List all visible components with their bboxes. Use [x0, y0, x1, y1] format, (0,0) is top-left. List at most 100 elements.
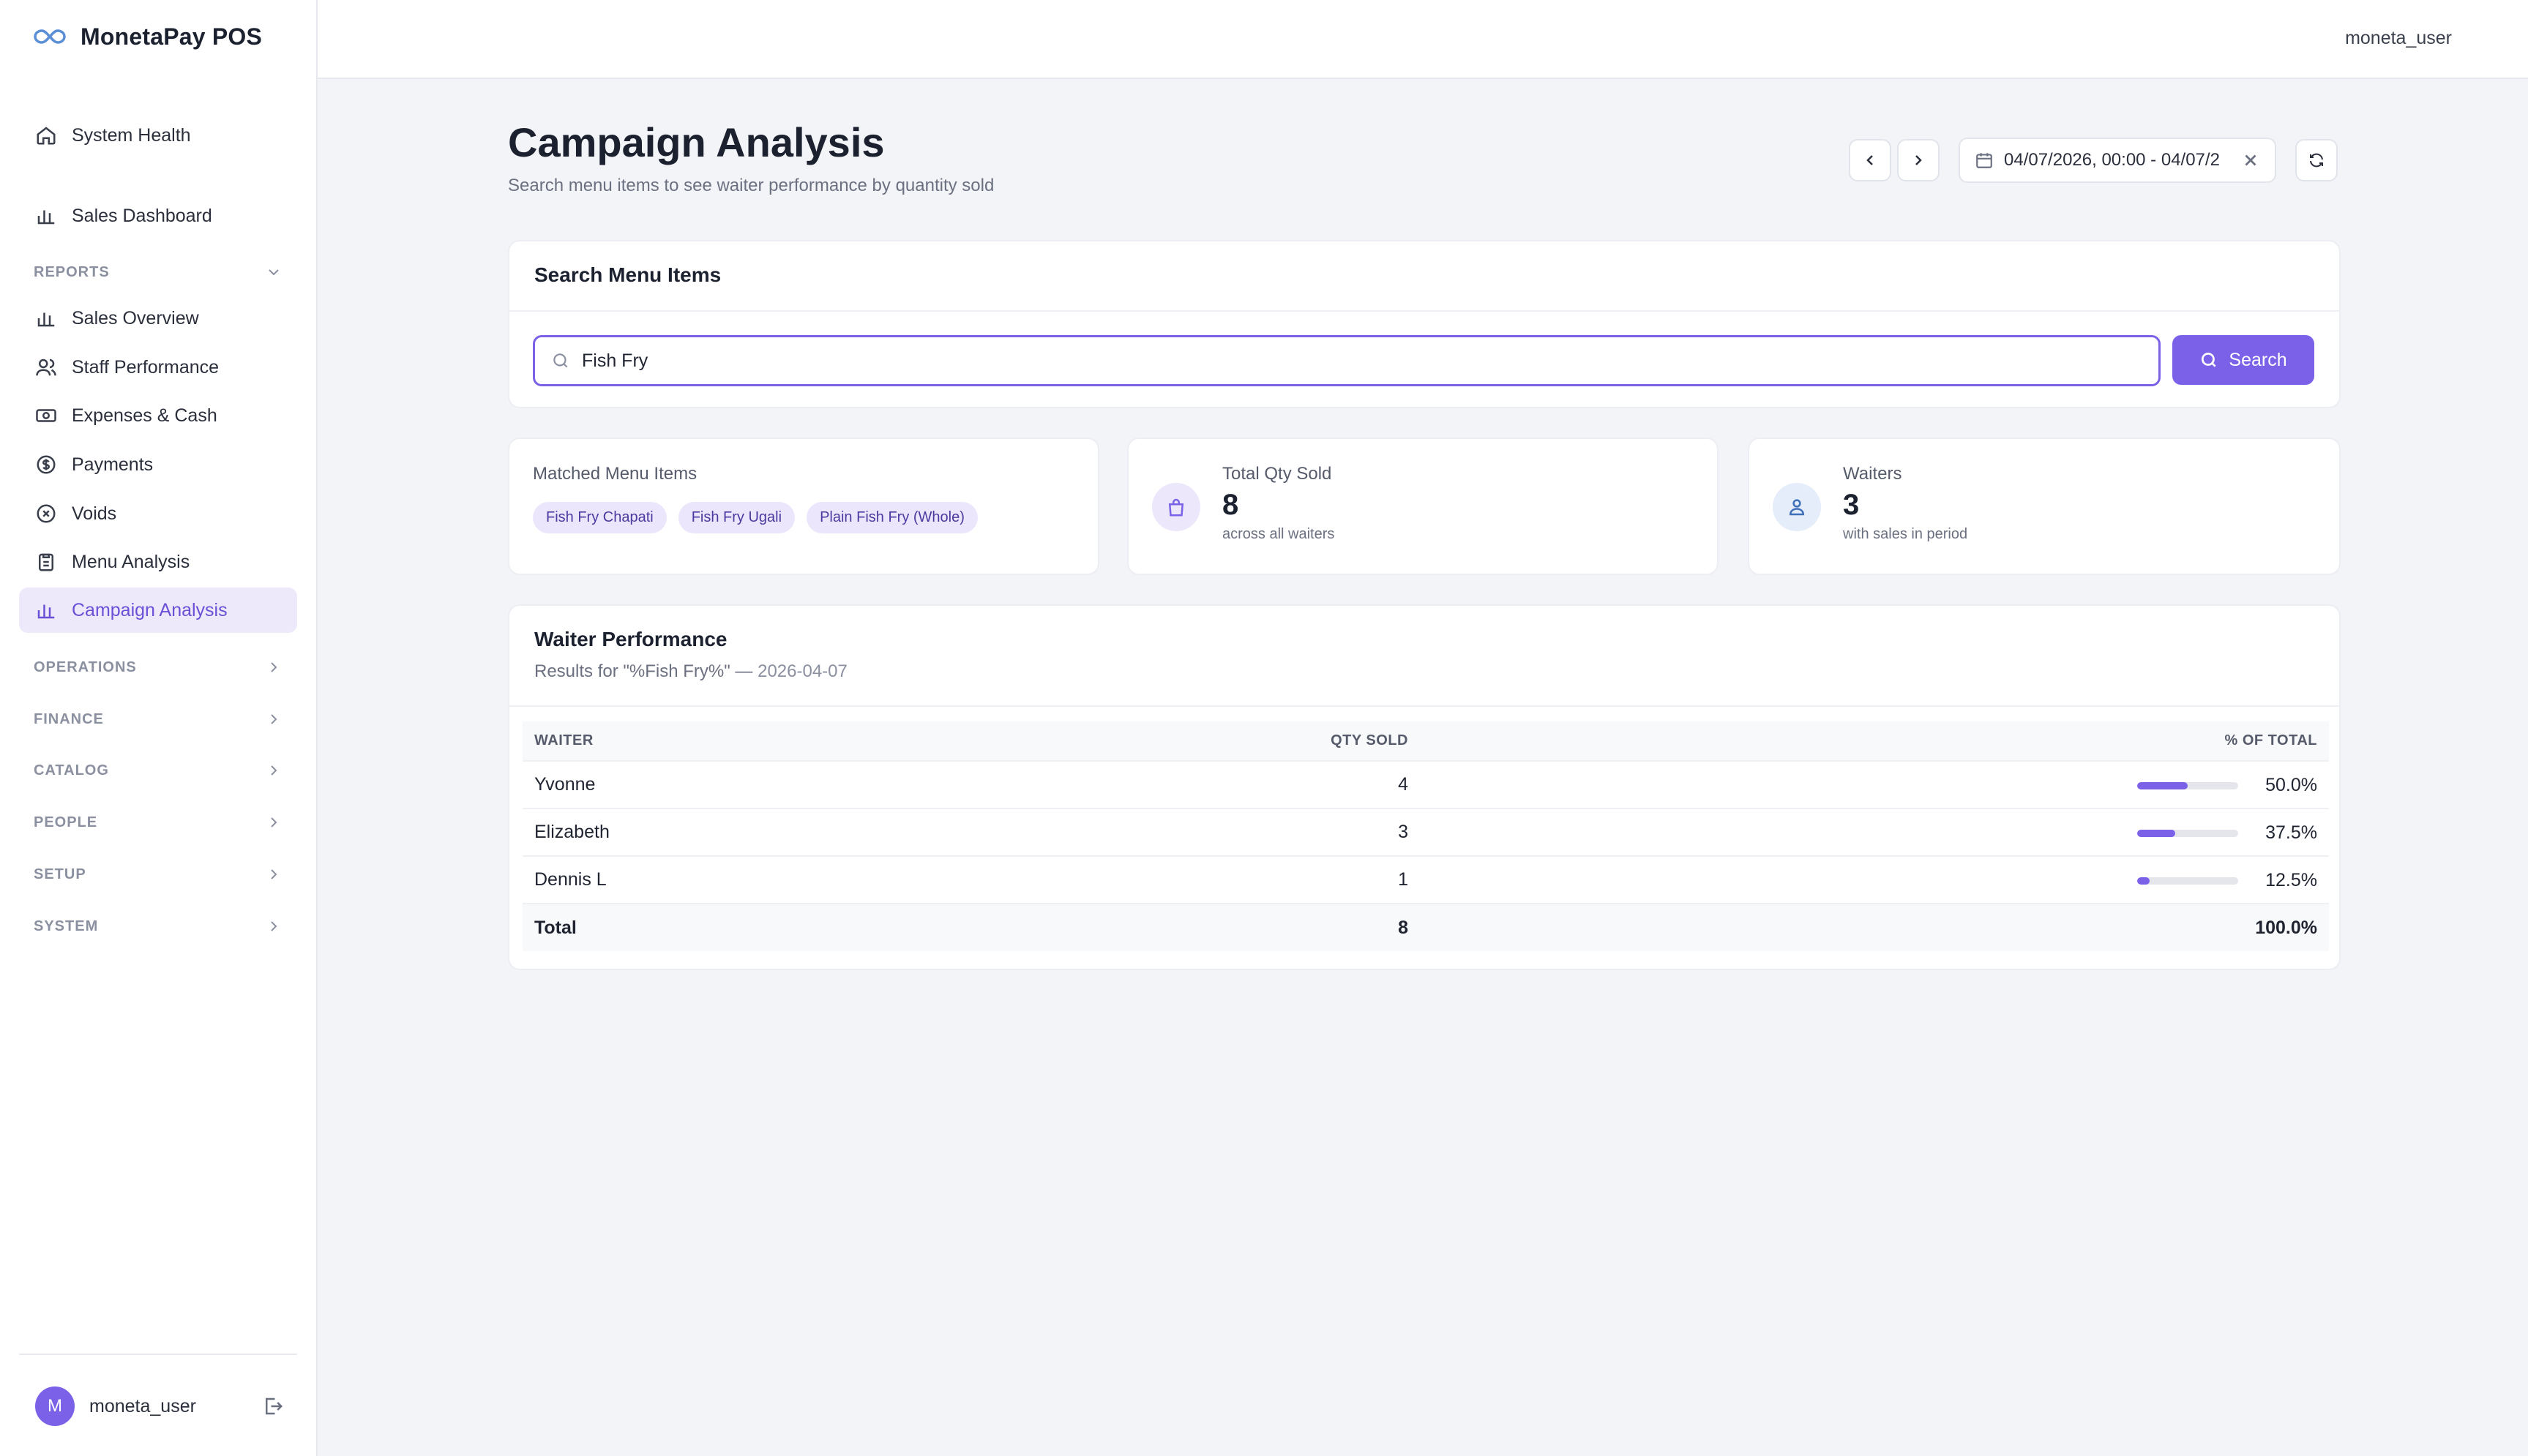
- sidebar-item-label: Expenses & Cash: [72, 405, 217, 426]
- sidebar-item-sales-dashboard[interactable]: Sales Dashboard: [19, 193, 297, 239]
- sidebar-item-label: Staff Performance: [72, 356, 220, 378]
- search-input[interactable]: [582, 350, 2119, 372]
- x-circle-icon: [37, 504, 56, 523]
- column-header-pct[interactable]: % OF TOTAL: [1408, 721, 2329, 761]
- sidebar-item-staff-performance[interactable]: Staff Performance: [19, 345, 297, 390]
- chevron-right-icon: [271, 921, 277, 931]
- qty-sold: 3: [1328, 808, 1408, 856]
- search-field[interactable]: [533, 335, 2161, 386]
- sidebar-user: M moneta_user: [35, 1386, 284, 1427]
- sidebar-item-expenses-cash[interactable]: Expenses & Cash: [19, 393, 297, 438]
- search-card: Search Menu Items Search: [508, 240, 2341, 408]
- sidebar-section-people[interactable]: PEOPLE: [34, 808, 283, 837]
- sidebar-item-sales-overview[interactable]: Sales Overview: [19, 296, 297, 341]
- total-qty-value: 8: [1222, 489, 1239, 521]
- performance-results-text: Results for "%Fish Fry%" — 2026-04-07: [534, 661, 2314, 682]
- next-date-button[interactable]: [1897, 139, 1940, 181]
- sidebar-item-label: Sales Dashboard: [72, 205, 212, 226]
- brand[interactable]: MonetaPay POS: [32, 22, 262, 51]
- waiter-name: Yvonne: [523, 760, 1328, 808]
- chevron-left-icon: [1866, 155, 1873, 165]
- menu-item-chip[interactable]: Plain Fish Fry (Whole): [807, 502, 978, 533]
- share-bar: [2137, 829, 2238, 837]
- matched-items-chips: Fish Fry Chapati Fish Fry Ugali Plain Fi…: [533, 502, 1074, 533]
- total-qty-note: across all waiters: [1222, 526, 1335, 542]
- page-title: Campaign Analysis: [508, 119, 885, 165]
- waiter-name: Dennis L: [523, 855, 1328, 904]
- sidebar-section-setup[interactable]: SETUP: [34, 860, 283, 889]
- share-bar-fill: [2137, 877, 2150, 885]
- search-card-title: Search Menu Items: [534, 263, 722, 286]
- sidebar-section-reports[interactable]: REPORTS: [34, 258, 283, 287]
- calendar-icon: [1976, 153, 1992, 168]
- date-range-picker[interactable]: 04/07/2026, 00:00 - 04/07/2: [1959, 138, 2276, 183]
- bag-icon-wrap: [1152, 483, 1200, 531]
- sidebar-item-label: Campaign Analysis: [72, 599, 228, 620]
- sidebar-item-voids[interactable]: Voids: [19, 491, 297, 536]
- brand-name: MonetaPay POS: [81, 23, 263, 50]
- users-icon: [36, 359, 56, 376]
- section-label: SYSTEM: [34, 917, 99, 934]
- logout-icon[interactable]: [262, 1395, 284, 1417]
- sidebar-item-system-health[interactable]: System Health: [19, 113, 297, 158]
- menu-item-chip[interactable]: Fish Fry Chapati: [533, 502, 667, 533]
- total-qty-label: Total Qty Sold: [1222, 464, 1332, 484]
- sidebar: MonetaPay POS System Health Sales Dashbo…: [0, 0, 318, 1456]
- waiter-name: Elizabeth: [523, 808, 1328, 856]
- section-label: SETUP: [34, 866, 86, 882]
- section-label: PEOPLE: [34, 814, 98, 830]
- menu-item-chip[interactable]: Fish Fry Ugali: [678, 502, 796, 533]
- total-pct: 100.0%: [1408, 903, 2329, 951]
- matched-items-card: Matched Menu Items Fish Fry Chapati Fish…: [508, 438, 1099, 575]
- table-row[interactable]: Dennis L 1 12.5%: [523, 855, 2329, 904]
- infinity-logo-icon: [34, 29, 66, 44]
- sidebar-divider: [19, 1354, 297, 1355]
- avatar[interactable]: M: [35, 1386, 75, 1426]
- waiter-table: WAITER QTY SOLD % OF TOTAL Yvonne 4 50.0…: [523, 721, 2329, 951]
- section-label: FINANCE: [34, 710, 104, 727]
- topbar-user[interactable]: moneta_user: [2345, 28, 2452, 49]
- sidebar-item-label: System Health: [72, 124, 191, 146]
- prev-date-button[interactable]: [1849, 139, 1891, 181]
- sidebar-item-campaign-analysis[interactable]: Campaign Analysis: [19, 588, 297, 633]
- close-icon[interactable]: [2241, 151, 2260, 170]
- waiters-note: with sales in period: [1843, 526, 1968, 542]
- chevron-right-icon: [271, 765, 277, 776]
- table-header-row: WAITER QTY SOLD % OF TOTAL: [523, 721, 2329, 761]
- share-bar: [2137, 781, 2238, 789]
- refresh-button[interactable]: [2295, 139, 2338, 181]
- share-bar: [2137, 877, 2238, 885]
- column-header-waiter[interactable]: WAITER: [523, 721, 1328, 761]
- pct-of-total: 12.5%: [2265, 870, 2317, 891]
- chevron-right-icon: [271, 662, 277, 672]
- cash-icon: [36, 409, 56, 422]
- column-header-qty[interactable]: QTY SOLD: [1328, 721, 1408, 761]
- shopping-bag-icon: [1168, 498, 1184, 517]
- table-total-row: Total 8 100.0%: [523, 903, 2329, 951]
- bar-chart-icon: [37, 604, 55, 619]
- search-button[interactable]: Search: [2172, 335, 2314, 385]
- date-range-value: 04/07/2026, 00:00 - 04/07/2: [2004, 150, 2220, 170]
- sidebar-section-system[interactable]: SYSTEM: [34, 912, 283, 941]
- waiters-label: Waiters: [1843, 464, 1902, 484]
- section-label: REPORTS: [34, 263, 110, 280]
- chevron-right-icon: [271, 817, 277, 828]
- chevron-down-icon: [269, 269, 279, 276]
- sidebar-section-operations[interactable]: OPERATIONS: [34, 653, 283, 682]
- sidebar-section-finance[interactable]: FINANCE: [34, 705, 283, 734]
- sidebar-item-payments[interactable]: Payments: [19, 442, 297, 487]
- table-row[interactable]: Yvonne 4 50.0%: [523, 760, 2329, 808]
- pct-of-total: 50.0%: [2265, 775, 2317, 796]
- search-icon: [2202, 352, 2217, 367]
- chevron-right-icon: [271, 714, 277, 724]
- sidebar-item-label: Menu Analysis: [72, 551, 190, 572]
- total-qty: 8: [1328, 903, 1408, 951]
- refresh-icon: [2310, 153, 2323, 168]
- section-label: OPERATIONS: [34, 658, 137, 675]
- total-label: Total: [523, 903, 1328, 951]
- waiters-value: 3: [1843, 489, 1860, 521]
- sidebar-item-menu-analysis[interactable]: Menu Analysis: [19, 539, 297, 585]
- table-row[interactable]: Elizabeth 3 37.5%: [523, 808, 2329, 856]
- sidebar-section-catalog[interactable]: CATALOG: [34, 756, 283, 785]
- topbar: moneta_user: [318, 0, 2528, 79]
